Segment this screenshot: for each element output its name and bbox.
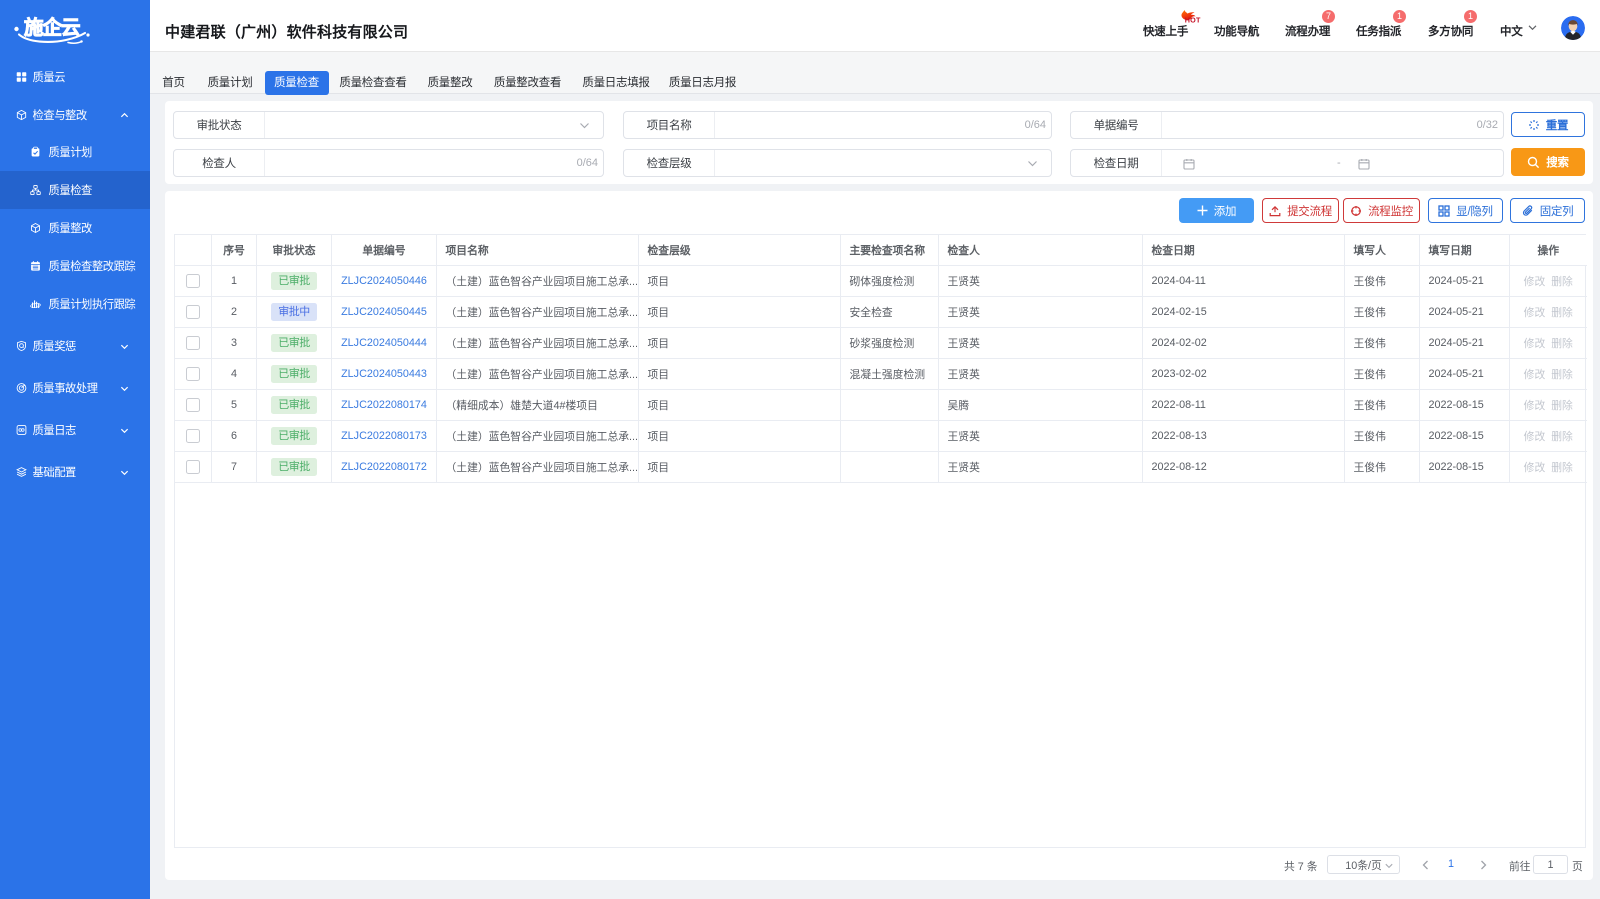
svg-text:施企云: 施企云 [24, 16, 80, 39]
svg-text:HOT: HOT [1185, 16, 1201, 24]
